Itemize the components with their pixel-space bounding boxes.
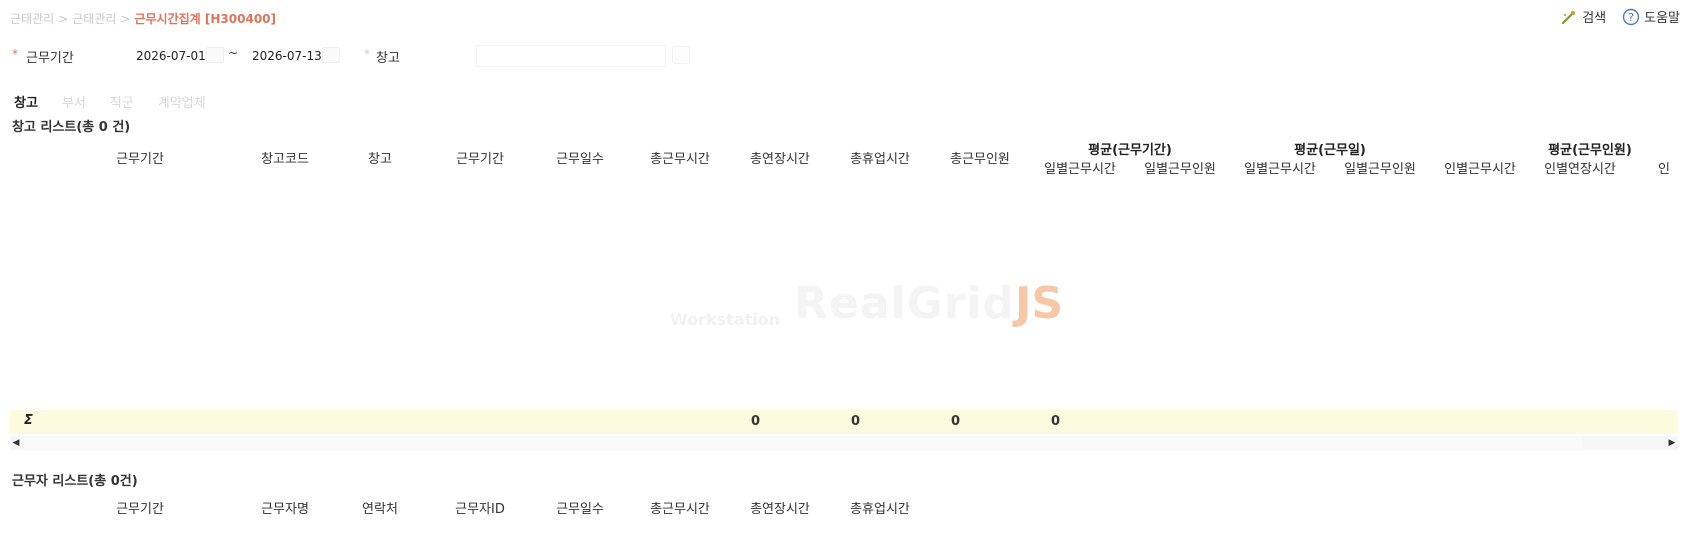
- filter-row: * 근무기간 ~ * 창고: [10, 44, 910, 68]
- column-header[interactable]: 총근무시간: [630, 498, 730, 517]
- required-mark: *: [364, 47, 370, 61]
- top-actions: 검색 ? 도움말: [1560, 7, 1680, 26]
- column-header[interactable]: 근무기간: [430, 148, 530, 167]
- column-header[interactable]: 일별근무시간: [1030, 158, 1130, 177]
- period-label: 근무기간: [26, 51, 74, 66]
- help-icon: ?: [1622, 8, 1640, 26]
- search-button[interactable]: 검색: [1560, 7, 1606, 26]
- calendar-icon[interactable]: [322, 47, 340, 63]
- column-header[interactable]: 인별근무시간: [1430, 158, 1530, 177]
- column-header[interactable]: 총휴업시간: [830, 148, 930, 167]
- tab-job-group[interactable]: 직군: [110, 92, 134, 111]
- column-group-header: 평균(근무일): [1294, 143, 1366, 158]
- scroll-left-icon[interactable]: ◀: [10, 437, 22, 449]
- help-button[interactable]: ? 도움말: [1622, 7, 1680, 26]
- tab-contractor[interactable]: 계약업체: [158, 92, 206, 111]
- column-header[interactable]: 총근무시간: [630, 148, 730, 167]
- grid-watermark: Workstation RealGridJS: [670, 278, 1063, 329]
- footer-sum: 0: [850, 414, 860, 429]
- column-header[interactable]: 근무일수: [530, 148, 630, 167]
- top-bar: 근태관리 > 근태관리 > 근무시간집계 [H300400] 검색 ? 도움말: [0, 0, 1684, 36]
- scroll-right-icon[interactable]: ▶: [1666, 437, 1678, 449]
- page-title: 근무시간집계 [H300400]: [134, 12, 276, 26]
- scrollbar-thumb[interactable]: [24, 437, 1582, 449]
- breadcrumb-item[interactable]: 근태관리: [10, 12, 54, 26]
- footer-sum: 0: [1050, 414, 1060, 429]
- column-header[interactable]: 창고코드: [235, 148, 335, 167]
- required-mark: *: [12, 47, 18, 61]
- grid-header: 근무기간 창고코드 창고 근무기간 근무일수 총근무시간 총연장시간 총휴업시간…: [10, 142, 1678, 190]
- grid-footer-row: Σ 0 0 0 0: [10, 410, 1678, 434]
- breadcrumb-item[interactable]: 근태관리: [72, 12, 116, 26]
- warehouse-search-button[interactable]: [672, 46, 690, 64]
- footer-sum: 0: [950, 414, 960, 429]
- column-header[interactable]: 총연장시간: [730, 498, 830, 517]
- column-header[interactable]: 일별근무인원: [1330, 158, 1430, 177]
- worker-grid[interactable]: 근무기간 근무자명 연락처 근무자ID 근무일수 총근무시간 총연장시간 총휴업…: [10, 492, 1678, 532]
- breadcrumb: 근태관리 > 근태관리 > 근무시간집계 [H300400]: [10, 10, 276, 27]
- search-icon: [1560, 8, 1578, 26]
- column-header[interactable]: 일별근무시간: [1230, 158, 1330, 177]
- warehouse-list-title: 창고 리스트(총 0 건): [12, 120, 131, 135]
- column-header[interactable]: 근무자ID: [430, 498, 530, 517]
- warehouse-grid[interactable]: 근무기간 창고코드 창고 근무기간 근무일수 총근무시간 총연장시간 총휴업시간…: [10, 142, 1678, 453]
- column-group-header: 평균(근무기간): [1088, 143, 1172, 158]
- horizontal-scrollbar[interactable]: ◀ ▶: [10, 436, 1678, 450]
- grid-header: 근무기간 근무자명 연락처 근무자ID 근무일수 총근무시간 총연장시간 총휴업…: [10, 492, 1678, 522]
- grid-body: Workstation RealGridJS: [10, 190, 1678, 410]
- column-header[interactable]: 총휴업시간: [830, 498, 930, 517]
- breadcrumb-separator: >: [58, 12, 69, 26]
- column-header[interactable]: 총근무인원: [930, 148, 1030, 167]
- column-group-header: 평균(근무인원): [1548, 143, 1632, 158]
- sigma-icon: Σ: [24, 413, 33, 428]
- watermark-small-text: Workstation: [670, 310, 781, 329]
- column-header[interactable]: 근무자명: [235, 498, 335, 517]
- watermark-js-text: JS: [1014, 278, 1064, 329]
- column-header[interactable]: 총연장시간: [730, 148, 830, 167]
- column-header[interactable]: 연락처: [340, 498, 420, 517]
- help-label: 도움말: [1644, 11, 1680, 26]
- watermark-text: RealGrid: [794, 278, 1015, 329]
- column-header[interactable]: 인: [1658, 158, 1678, 177]
- search-label: 검색: [1582, 11, 1607, 26]
- tab-department[interactable]: 부서: [62, 92, 86, 111]
- column-header[interactable]: 창고: [340, 148, 420, 167]
- tab-bar: 창고 부서 직군 계약업체: [14, 92, 206, 111]
- tab-warehouse[interactable]: 창고: [14, 92, 38, 111]
- breadcrumb-separator: >: [120, 12, 131, 26]
- column-header[interactable]: 일별근무인원: [1130, 158, 1230, 177]
- date-range-separator: ~: [228, 46, 239, 60]
- warehouse-label: 창고: [376, 51, 400, 66]
- warehouse-select[interactable]: [476, 45, 666, 67]
- column-header[interactable]: 근무기간: [70, 148, 210, 167]
- worker-list-title: 근무자 리스트(총 0건): [12, 474, 138, 489]
- column-header[interactable]: 근무기간: [70, 498, 210, 517]
- column-header[interactable]: 인별연장시간: [1530, 158, 1630, 177]
- footer-sum: 0: [750, 414, 760, 429]
- column-header[interactable]: 근무일수: [530, 498, 630, 517]
- calendar-icon[interactable]: [206, 47, 224, 63]
- svg-text:?: ?: [1628, 11, 1634, 24]
